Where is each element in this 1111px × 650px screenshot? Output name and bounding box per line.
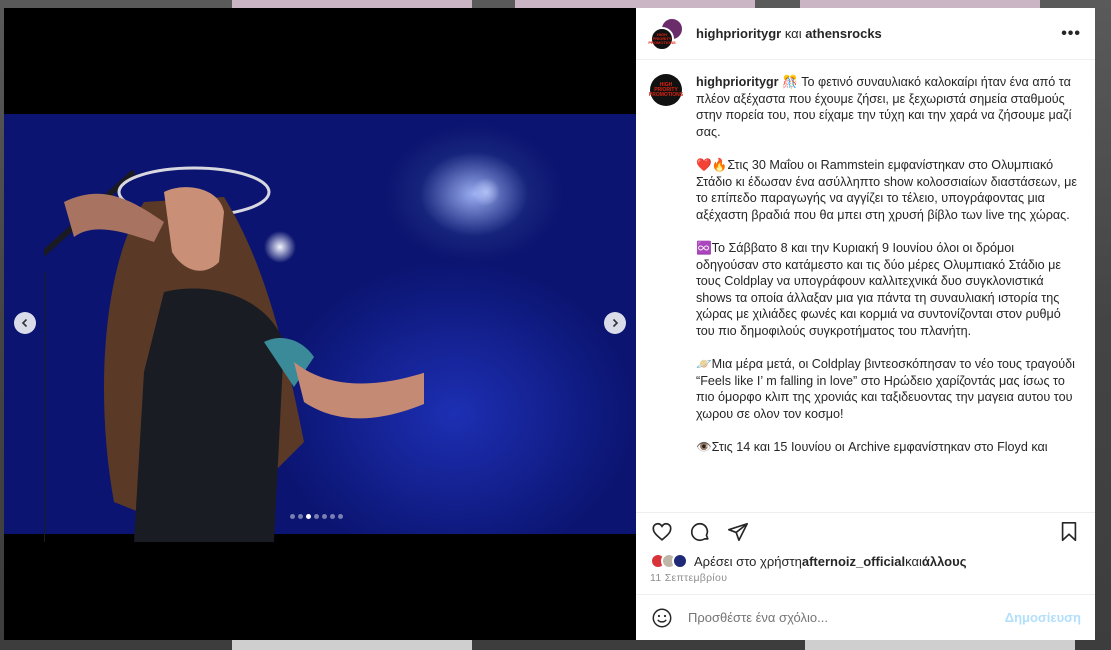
collab-avatars[interactable]: HIGH PRIORITY PROMOTIONS xyxy=(648,16,684,51)
carousel-dot xyxy=(306,514,311,519)
avatar: HIGH PRIORITY PROMOTIONS xyxy=(648,26,676,51)
likes-middle: και xyxy=(905,553,922,569)
carousel-dots xyxy=(290,514,343,519)
comment-input[interactable] xyxy=(688,610,1005,625)
send-icon xyxy=(728,522,748,541)
carousel-dot xyxy=(322,514,327,519)
caption-paragraph: 🪐Μια μέρα μετά, οι Coldplay βιντεοσκόπησ… xyxy=(696,357,1075,421)
emoji-icon xyxy=(652,608,672,627)
post-sidebar: HIGH PRIORITY PROMOTIONS highprioritygr … xyxy=(636,8,1095,640)
carousel-dot xyxy=(290,514,295,519)
header-connector: και xyxy=(781,26,806,41)
comment-icon xyxy=(690,522,709,541)
header-user-link[interactable]: highprioritygr xyxy=(696,26,781,41)
caption-paragraph: ♾️Το Σάββατο 8 και την Κυριακή 9 Ιουνίου… xyxy=(696,240,1062,338)
liker-avatars xyxy=(650,553,688,569)
post-media xyxy=(4,8,636,640)
likes-prefix: Αρέσει στο χρήστη xyxy=(694,553,802,569)
post-header: HIGH PRIORITY PROMOTIONS highprioritygr … xyxy=(636,8,1095,60)
caption-area: HIGH PRIORITY PROMOTIONS highprioritygr … xyxy=(636,60,1095,512)
comment-button[interactable] xyxy=(688,520,712,544)
caption-text: highprioritygr 🎊 Το φετινό συναυλιακό κα… xyxy=(696,74,1079,512)
save-button[interactable] xyxy=(1057,520,1081,544)
header-user-link[interactable]: athensrocks xyxy=(805,26,882,41)
likes-user-link[interactable]: afternoiz_official xyxy=(802,554,905,569)
carousel-next-button[interactable] xyxy=(604,312,626,334)
caption-username[interactable]: highprioritygr xyxy=(696,75,779,89)
post-photo xyxy=(4,114,636,542)
emoji-button[interactable] xyxy=(650,606,674,630)
background-banner xyxy=(515,0,755,8)
background-banner xyxy=(232,0,472,8)
carousel-prev-button[interactable] xyxy=(14,312,36,334)
chevron-right-icon xyxy=(612,318,619,328)
avatar xyxy=(672,553,688,569)
heart-icon xyxy=(652,522,672,541)
likes-others-link[interactable]: άλλους xyxy=(922,554,967,569)
post-actions xyxy=(636,512,1095,550)
post-date[interactable]: 11 Σεπτεμβρίου xyxy=(636,572,1095,594)
caption-paragraph: highprioritygr 🎊 Το φετινό συναυλιακό κα… xyxy=(696,74,1079,140)
carousel-dot xyxy=(314,514,319,519)
header-usernames: highprioritygr και athensrocks xyxy=(696,26,882,41)
caption-paragraph: 👁️Στις 14 και 15 Ιουνίου οι Archive εμφα… xyxy=(696,440,1048,455)
background-banner xyxy=(800,0,1040,8)
more-options-icon[interactable]: ••• xyxy=(1061,25,1081,43)
caption-paragraph: ❤️🔥Στις 30 Μαΐου οι Rammstein εμφανίστηκ… xyxy=(696,157,1077,222)
post-comment-button[interactable]: Δημοσίευση xyxy=(1005,610,1081,625)
bookmark-icon xyxy=(1061,521,1077,541)
avatar[interactable]: HIGH PRIORITY PROMOTIONS xyxy=(649,74,683,106)
post-modal: HIGH PRIORITY PROMOTIONS highprioritygr … xyxy=(4,8,1095,640)
likes-summary: Αρέσει στο χρήστη afternoiz_official και… xyxy=(636,550,1095,572)
share-button[interactable] xyxy=(726,520,750,544)
carousel-dot xyxy=(298,514,303,519)
carousel-dot xyxy=(330,514,335,519)
chevron-left-icon xyxy=(21,318,28,328)
carousel-dot xyxy=(338,514,343,519)
like-button[interactable] xyxy=(650,520,674,544)
performer-silhouette xyxy=(44,166,424,542)
comment-bar: Δημοσίευση xyxy=(636,594,1095,640)
